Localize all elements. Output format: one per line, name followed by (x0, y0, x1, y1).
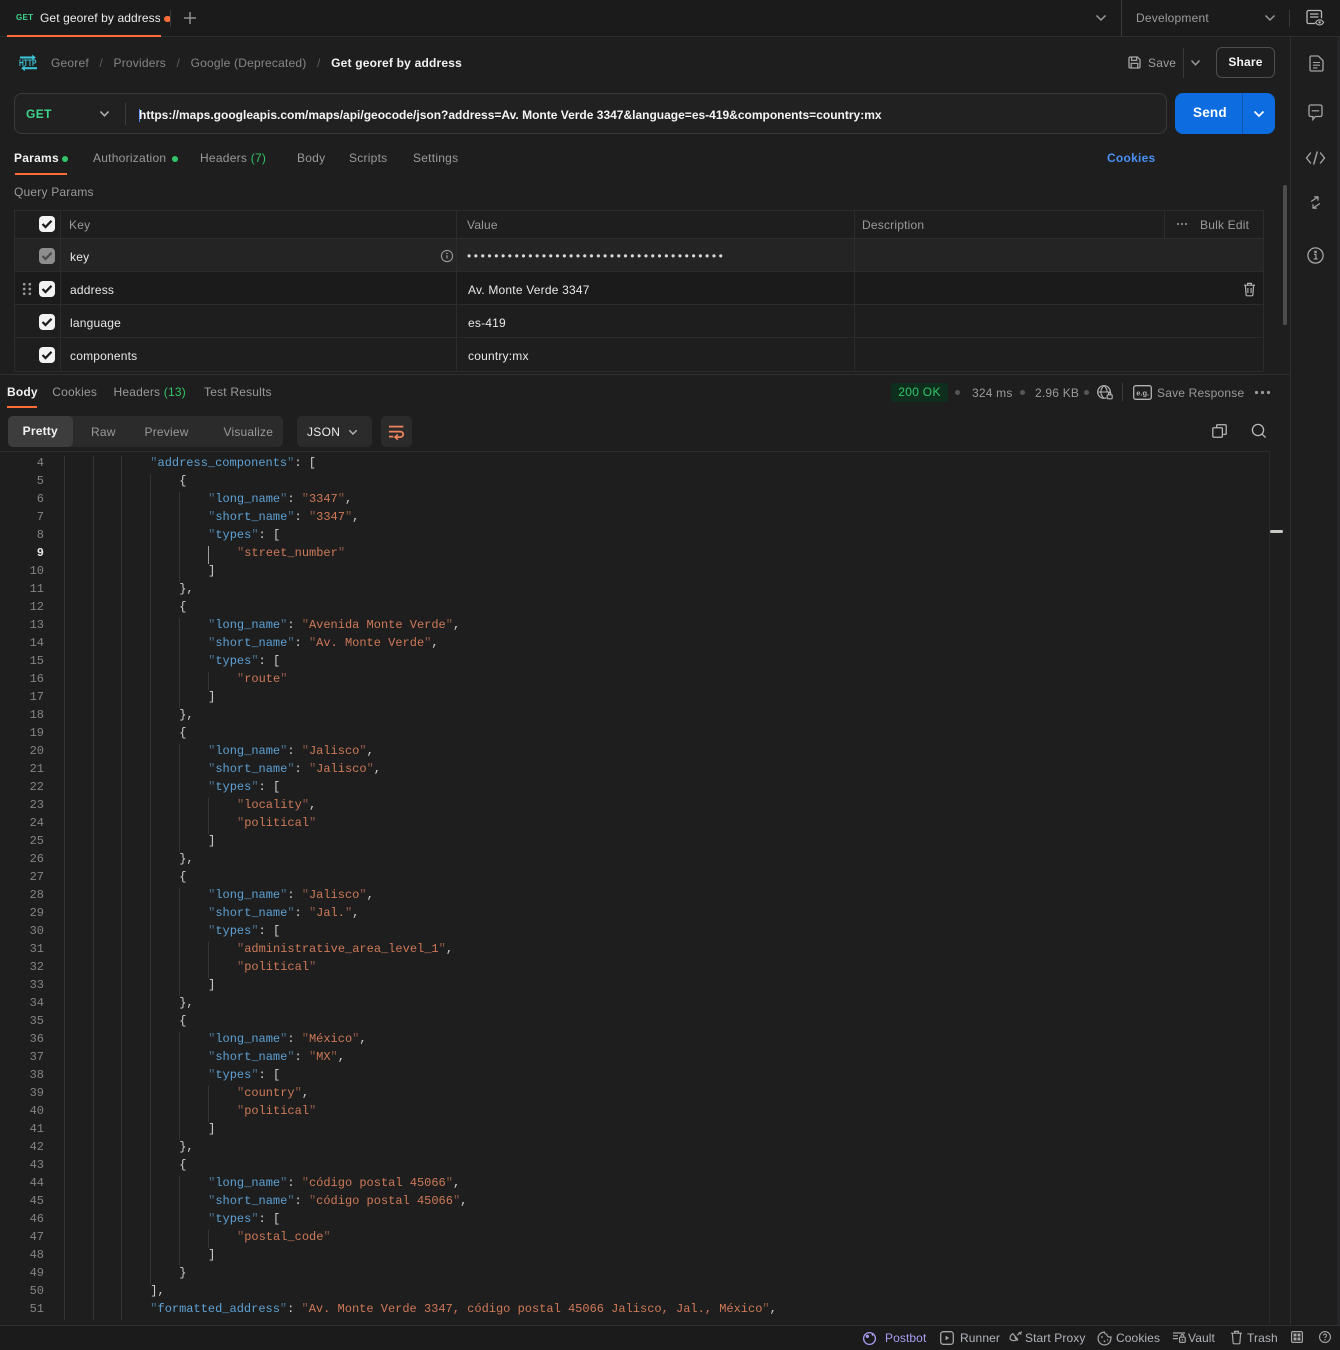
svg-text:e.g.: e.g. (1136, 389, 1149, 398)
svg-text:HTTP: HTTP (19, 58, 36, 68)
